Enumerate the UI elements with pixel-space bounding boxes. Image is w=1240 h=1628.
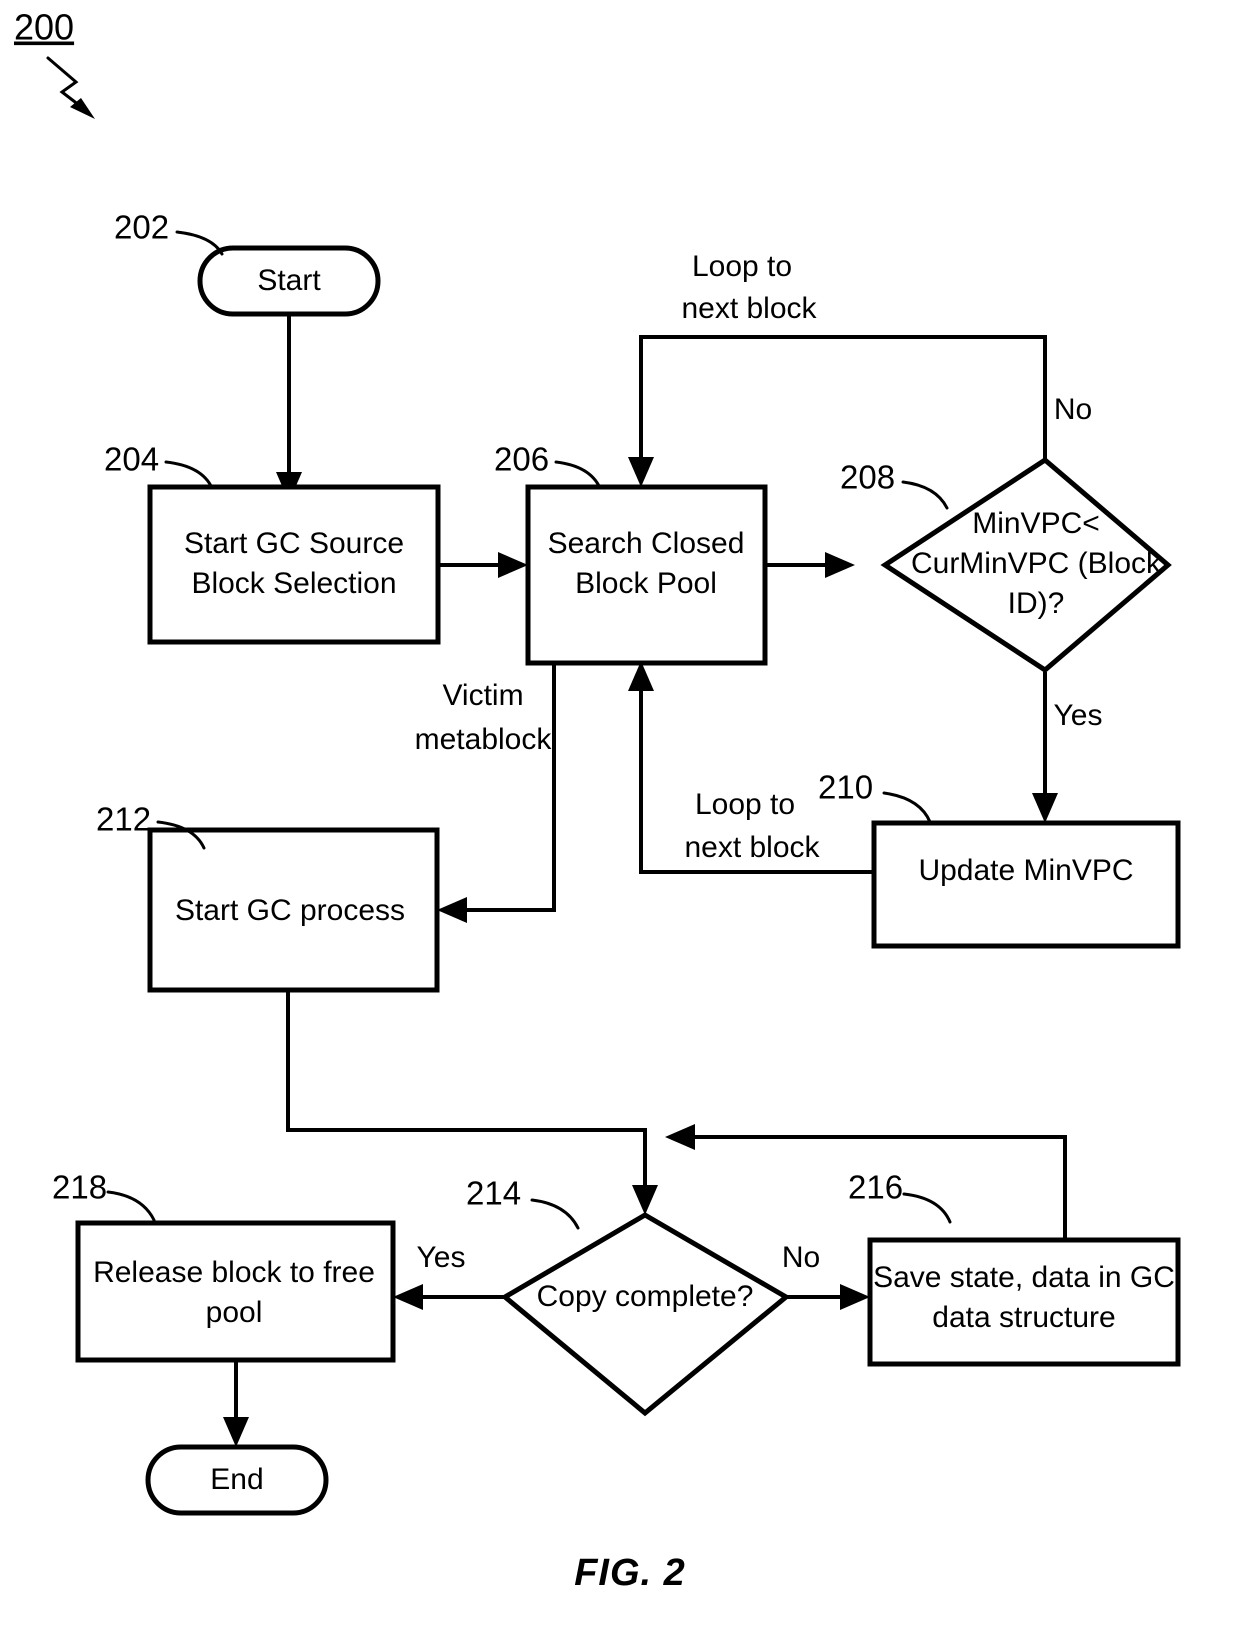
release-block-label-line2: pool (206, 1296, 263, 1329)
update-minvpc-label: Update MinVPC (918, 854, 1133, 887)
edge-label-loop-top-line1: Loop to (692, 250, 792, 283)
ref-number-212: 212 (96, 801, 151, 838)
edge-label-loop-lower-line2: next block (684, 831, 820, 864)
minvpc-label-line3: ID)? (1008, 587, 1065, 620)
edge-label-victim-line2: metablock (415, 723, 553, 756)
edge-label-yes-lower: Yes (417, 1241, 466, 1274)
search-pool-label-line2: Block Pool (575, 567, 717, 600)
node-release-block[interactable]: Release block to free pool (75, 1220, 396, 1363)
leader-210 (882, 791, 932, 824)
release-block-box-shape (75, 1220, 396, 1363)
ref-number-218: 218 (52, 1169, 107, 1206)
copy-complete-label: Copy complete? (537, 1280, 754, 1313)
figure-root: 200 Start 202 Start GC Source Block Sele… (0, 0, 1240, 1628)
save-state-label-line2: data structure (932, 1301, 1115, 1334)
search-pool-label-line1: Search Closed (548, 527, 745, 560)
ref-number-214: 214 (466, 1175, 521, 1212)
leader-204 (164, 460, 214, 490)
leader-208 (901, 480, 949, 510)
arrowhead-218-to-end (223, 1417, 249, 1447)
node-update-minvpc[interactable]: Update MinVPC (871, 820, 1181, 949)
arrowhead-208-no-loop (628, 457, 654, 487)
ref-number-202: 202 (114, 209, 169, 246)
gc-source-label-line2: Block Selection (191, 567, 396, 600)
arrowhead-216-back-to-214 (665, 1124, 695, 1150)
edge-212-to-214 (286, 990, 647, 1200)
arrowhead-204-to-206 (498, 552, 528, 578)
arrowhead-214-no-to-216 (840, 1284, 870, 1310)
flowchart-canvas: 200 Start 202 Start GC Source Block Sele… (14, 7, 1181, 1594)
copy-complete-shape (500, 1212, 791, 1417)
node-minvpc-decision[interactable]: MinVPC< CurMinVPC (Block ID)? (880, 456, 1172, 674)
ref-number-204: 204 (104, 441, 159, 478)
leader-206 (554, 460, 602, 490)
edge-label-loop-top-line2: next block (681, 292, 817, 325)
ref-number-208: 208 (840, 459, 895, 496)
ref-number-210: 210 (818, 769, 873, 806)
save-state-label-line1: Save state, data in GC (873, 1261, 1175, 1294)
node-start-gc-process[interactable]: Start GC process (147, 827, 440, 993)
node-save-state[interactable]: Save state, data in GC data structure (867, 1237, 1181, 1367)
arrowhead-214-yes-to-218 (393, 1284, 423, 1310)
arrowhead-208-yes-to-210 (1032, 793, 1058, 823)
arrowhead-206-to-208 (825, 552, 855, 578)
edge-label-no-upper: No (1054, 393, 1092, 426)
node-copy-complete-decision[interactable]: Copy complete? (500, 1212, 791, 1417)
end-label: End (210, 1463, 263, 1496)
gc-source-label-line1: Start GC Source (184, 527, 404, 560)
edge-label-yes-upper: Yes (1054, 699, 1103, 732)
figure-caption: FIG. 2 (574, 1552, 686, 1594)
leader-216 (902, 1192, 952, 1224)
leader-214 (530, 1198, 580, 1230)
node-search-closed-block-pool[interactable]: Search Closed Block Pool (525, 484, 768, 666)
arrowhead-206-to-212 (437, 897, 467, 923)
diagram-number: 200 (14, 7, 74, 48)
node-end[interactable]: End (145, 1444, 329, 1516)
start-gc-process-label: Start GC process (175, 894, 405, 927)
gc-source-box-shape (147, 484, 441, 645)
ref-number-216: 216 (848, 1169, 903, 1206)
arrowhead-212-to-214 (632, 1185, 658, 1215)
minvpc-label-line1: MinVPC< (972, 507, 1100, 540)
ref-number-206: 206 (494, 441, 549, 478)
edge-label-victim-line1: Victim (442, 679, 523, 712)
release-block-label-line1: Release block to free (93, 1256, 375, 1289)
edge-label-loop-lower-line1: Loop to (695, 788, 795, 821)
node-gc-source-block-selection[interactable]: Start GC Source Block Selection (147, 484, 441, 645)
minvpc-label-line2: CurMinVPC (Block (911, 547, 1162, 580)
start-label: Start (257, 264, 321, 297)
edge-208-no-loop-to-206 (639, 335, 1047, 472)
leader-218 (106, 1190, 156, 1222)
edge-label-no-lower: No (782, 1241, 820, 1274)
node-start[interactable]: Start (197, 245, 381, 317)
